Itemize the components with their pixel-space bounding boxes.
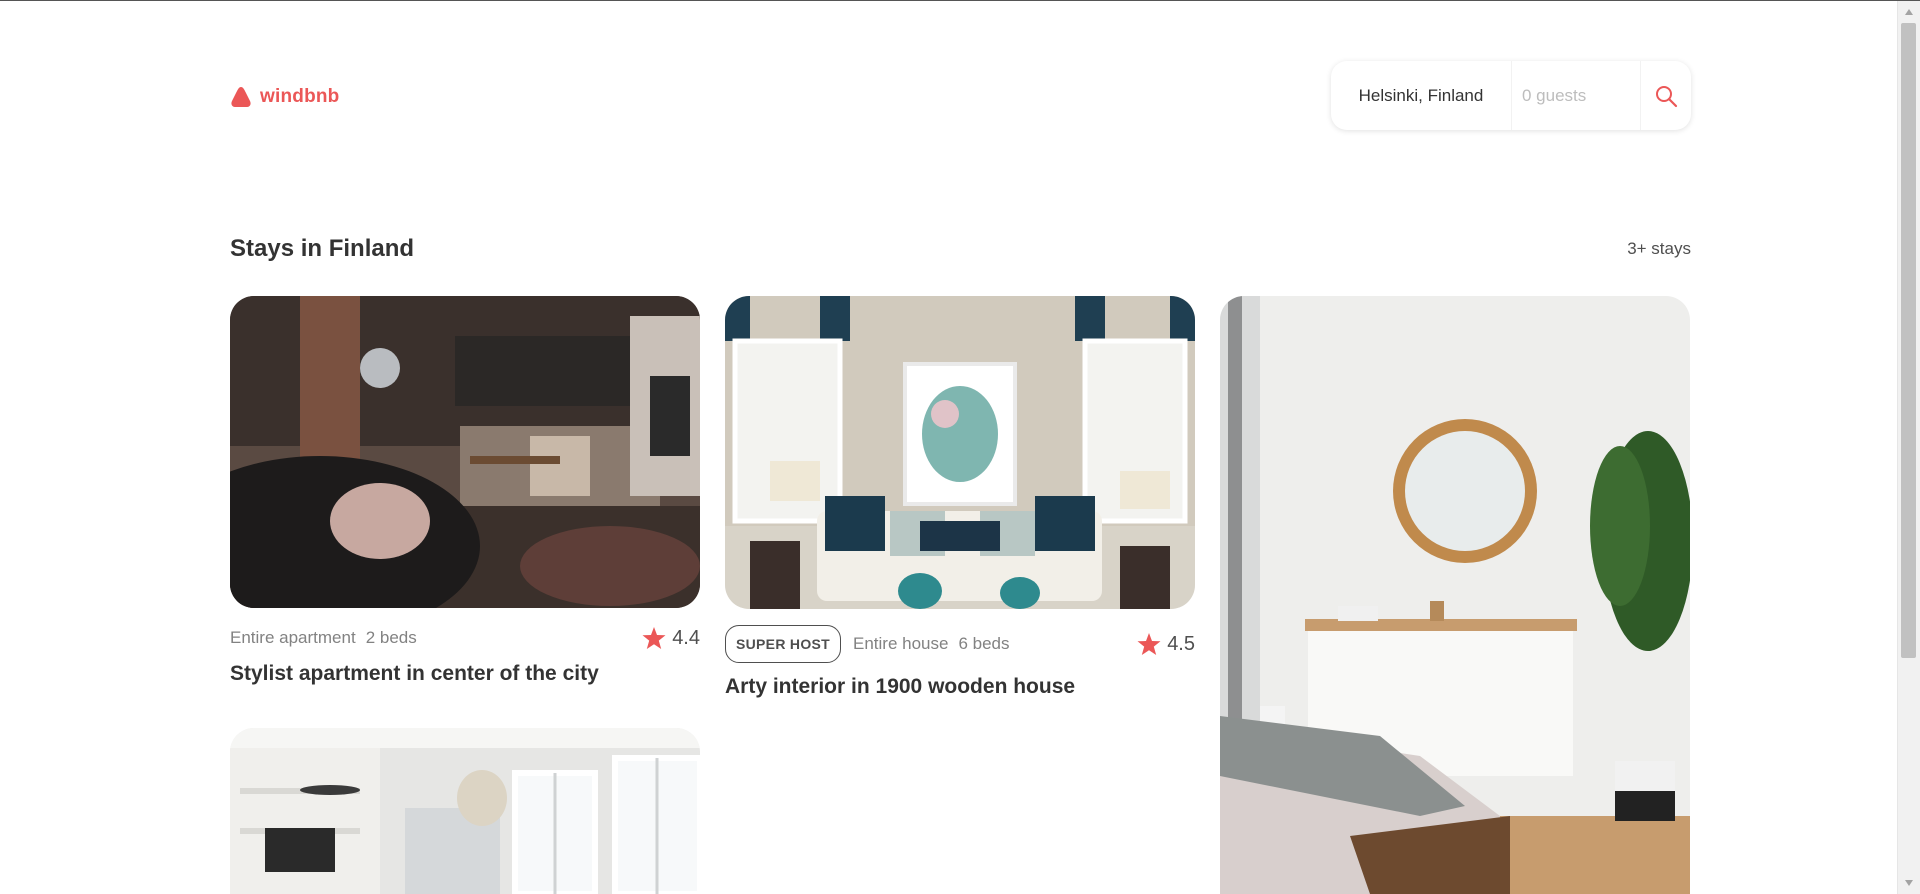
rating-value: 4.5	[1167, 632, 1195, 655]
scrollbar-thumb[interactable]	[1901, 23, 1916, 658]
page-scrollbar[interactable]	[1897, 1, 1920, 894]
brand-logo[interactable]: windbnb	[230, 86, 340, 108]
stay-photo[interactable]	[725, 296, 1195, 609]
stay-photo[interactable]	[1220, 296, 1690, 894]
location-field[interactable]: Helsinki, Finland	[1331, 61, 1512, 130]
stay-photo[interactable]	[230, 296, 700, 608]
stay-card[interactable]	[230, 728, 700, 894]
windbnb-logo-icon	[231, 87, 251, 107]
stay-type: Entire apartment	[230, 628, 356, 647]
stay-title[interactable]: Arty interior in 1900 wooden house	[725, 675, 1195, 699]
scroll-up-arrow-icon[interactable]	[1898, 3, 1920, 21]
stay-rating: 4.4	[642, 626, 700, 650]
stay-meta: Entire apartment 2 beds 4.4	[230, 626, 700, 650]
search-icon	[1656, 85, 1678, 107]
star-icon	[1137, 633, 1161, 655]
stay-type: Entire house	[853, 634, 949, 653]
stay-rating: 4.5	[1137, 632, 1195, 656]
living-room-photo	[725, 296, 1195, 609]
stay-beds: 6 beds	[958, 634, 1010, 653]
star-icon	[642, 627, 666, 649]
section-title: Stays in Finland	[230, 235, 415, 262]
stay-meta: SUPER HOST Entire house 6 beds 4.5	[725, 625, 1195, 663]
stay-count: 3+ stays	[1627, 239, 1691, 258]
stay-card[interactable]: Entire apartment 2 beds 4.4 Stylist apar…	[230, 296, 700, 686]
brand-name: windbnb	[260, 86, 340, 107]
search-button[interactable]	[1641, 61, 1691, 130]
page: windbnb Helsinki, Finland 0 guests Stays…	[0, 1, 1898, 894]
search-bar: Helsinki, Finland 0 guests	[1331, 61, 1691, 130]
loft-photo	[230, 296, 700, 608]
stay-title[interactable]: Stylist apartment in center of the city	[230, 662, 700, 686]
superhost-badge: SUPER HOST	[725, 625, 842, 663]
stay-photo[interactable]	[230, 728, 700, 894]
guests-field[interactable]: 0 guests	[1512, 61, 1641, 130]
great-room-photo	[230, 728, 700, 894]
stay-beds: 2 beds	[365, 628, 417, 647]
scroll-down-arrow-icon[interactable]	[1898, 874, 1920, 892]
stay-card[interactable]: SUPER HOST Entire house 6 beds 4.5 Arty …	[725, 296, 1195, 699]
rating-value: 4.4	[672, 626, 700, 649]
bedroom-photo	[1220, 296, 1690, 894]
stay-card[interactable]	[1220, 296, 1690, 894]
